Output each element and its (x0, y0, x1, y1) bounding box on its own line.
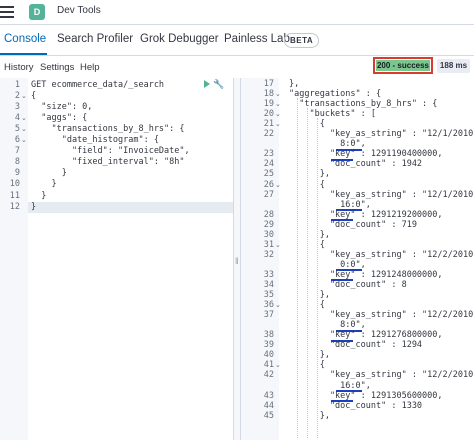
indent-guide (297, 98, 298, 438)
line-number: 6 (14, 135, 20, 146)
app-badge[interactable]: D (29, 4, 45, 20)
indent-guide (317, 118, 318, 438)
app-title[interactable]: Dev Tools (57, 5, 101, 16)
resize-grip-icon[interactable]: ‖ (235, 256, 239, 266)
line-number: 22 (263, 129, 274, 140)
line-number: 27 (263, 189, 274, 200)
tab-grok-debugger[interactable]: Grok Debugger (140, 33, 219, 45)
tab-search-profiler[interactable]: Search Profiler (57, 33, 133, 45)
fold-chevron-icon[interactable]: ⌄ (275, 119, 281, 130)
line-number: 7 (14, 146, 20, 157)
line-number: 10 (9, 179, 20, 190)
request-code-line[interactable]: { (31, 91, 201, 102)
line-number: 3 (14, 102, 20, 113)
fold-chevron-icon[interactable]: ⌄ (275, 180, 281, 191)
status-badge-frame: 200 - success (373, 57, 433, 74)
tab-painless-lab[interactable]: Painless Lab (224, 33, 290, 45)
request-code-line[interactable]: } (31, 179, 201, 190)
line-number: 2 (14, 91, 20, 102)
active-tab-indicator (0, 53, 47, 55)
status-badge: 200 - success (376, 60, 430, 71)
fold-chevron-icon[interactable]: ⌄ (275, 360, 281, 371)
fold-chevron-icon[interactable]: ⌄ (21, 113, 27, 124)
request-code-line[interactable]: } (31, 191, 201, 202)
request-code-line[interactable]: "size": 0, (31, 102, 201, 113)
line-number: 11 (9, 190, 20, 201)
request-code-line[interactable]: } (31, 202, 201, 213)
line-number: 32 (263, 249, 274, 260)
line-number: 9 (14, 168, 20, 179)
request-code-line[interactable]: "aggs": { (31, 113, 201, 124)
request-code-line[interactable]: GET ecommerce_data/_search (31, 80, 201, 91)
request-editor[interactable]: 1 GET ecommerce_data/_search 2 ⌄{3 "size": … (0, 78, 233, 440)
request-code-line[interactable]: "fixed_interval": "8h" (31, 157, 201, 168)
fold-chevron-icon[interactable]: ⌄ (275, 240, 281, 251)
help-link[interactable]: Help (80, 62, 100, 73)
line-number: 1 (14, 80, 20, 90)
fold-chevron-icon[interactable]: ⌄ (21, 135, 27, 146)
settings-link[interactable]: Settings (40, 62, 74, 73)
line-number: 4 (14, 113, 20, 124)
pane-resizer[interactable]: ‖ (233, 78, 241, 440)
play-icon[interactable] (204, 80, 210, 88)
request-code-line[interactable]: } (31, 168, 201, 179)
request-code-line[interactable]: "transactions_by_8_hrs": { (31, 124, 201, 135)
top-bar: D Dev Tools (0, 0, 474, 25)
history-link[interactable]: History (4, 62, 34, 73)
fold-chevron-icon[interactable]: ⌄ (275, 300, 281, 311)
response-output[interactable]: 17}, 18 ⌄ "aggregations" : {19 ⌄ "transactio… (241, 78, 474, 440)
line-number: 12 (9, 201, 20, 212)
line-number: 45 (263, 410, 274, 421)
request-code-line[interactable]: "field": "InvoiceDate", (31, 146, 201, 157)
line-number: 5 (14, 124, 20, 135)
beta-badge: BETA (284, 33, 320, 48)
menu-icon[interactable] (0, 0, 20, 24)
tab-console[interactable]: Console (4, 33, 46, 45)
tab-bar: Console Search Profiler Grok Debugger Pa… (0, 25, 474, 56)
request-code-line[interactable]: "date_histogram": { (31, 135, 201, 146)
wrench-icon[interactable]: 🔧 (213, 79, 224, 90)
line-number: 42 (263, 370, 274, 381)
indent-guide (307, 108, 308, 438)
fold-chevron-icon[interactable]: ⌄ (21, 91, 27, 102)
fold-chevron-icon[interactable]: ⌄ (21, 124, 27, 135)
line-number: 37 (263, 310, 274, 321)
line-number: 8 (14, 157, 20, 168)
timing-badge: 188 ms (437, 59, 470, 73)
